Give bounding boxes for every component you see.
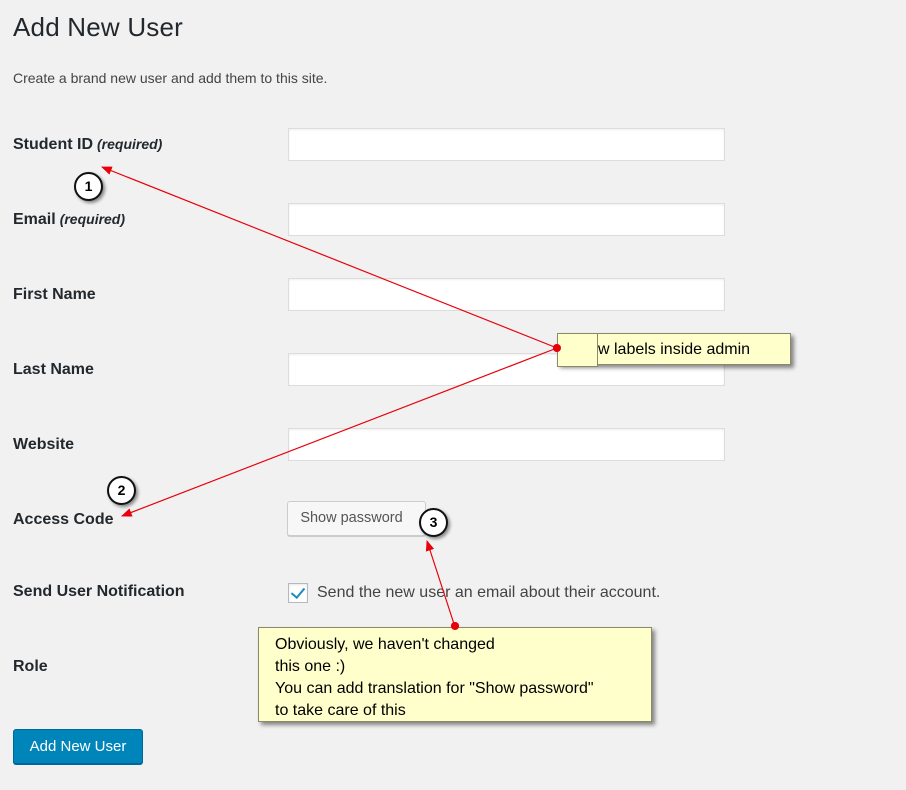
show-password-button[interactable]: Show password <box>287 501 426 536</box>
website-label: Website <box>13 436 75 453</box>
add-new-user-button[interactable]: Add New User <box>13 729 143 764</box>
annotation-badge-2: 2 <box>107 476 136 505</box>
annotation-badge-3: 3 <box>419 508 448 537</box>
form-row-website: Website <box>0 428 906 468</box>
email-input[interactable] <box>288 203 725 236</box>
student-id-label: Student ID (required) <box>13 136 163 153</box>
callout-text: w labels inside admin <box>598 341 751 358</box>
arrow-to-student-id <box>100 166 558 349</box>
annotation-callout-show-password: Obviously, we haven't changed this one :… <box>258 627 652 722</box>
required-marker: (required) <box>97 136 163 152</box>
form-row-email: Email (required) <box>0 203 906 243</box>
annotation-badge-1: 1 <box>74 172 103 201</box>
form-row-first-name: First Name <box>0 278 906 318</box>
required-marker: (required) <box>59 211 126 227</box>
send-notification-checkbox[interactable] <box>288 583 308 603</box>
website-input[interactable] <box>288 428 725 461</box>
student-id-input[interactable] <box>288 128 725 161</box>
first-name-input[interactable] <box>288 278 725 311</box>
callout-line: to take care of this <box>275 702 406 719</box>
callout-line: this one :) <box>275 658 346 675</box>
annotation-callout-labels: w labels inside admin <box>557 333 791 367</box>
send-notification-label: Send User Notification <box>13 583 185 600</box>
access-code-label: Access Code <box>13 511 114 528</box>
checkmark-icon <box>290 583 306 600</box>
page-title: Add New User <box>13 12 184 42</box>
form-row-student-id: Student ID (required) <box>0 128 906 168</box>
page-description: Create a brand new user and add them to … <box>13 70 328 86</box>
callout-line: Obviously, we haven't changed <box>275 636 495 653</box>
role-label: Role <box>13 658 48 675</box>
send-notification-checkbox-label[interactable]: Send the new user an email about their a… <box>317 584 660 602</box>
callout-line: You can add translation for "Show passwo… <box>275 680 594 697</box>
first-name-label: First Name <box>13 286 96 303</box>
last-name-label: Last Name <box>13 361 94 378</box>
callout-cover <box>557 333 598 367</box>
email-label: Email (required) <box>13 211 126 228</box>
